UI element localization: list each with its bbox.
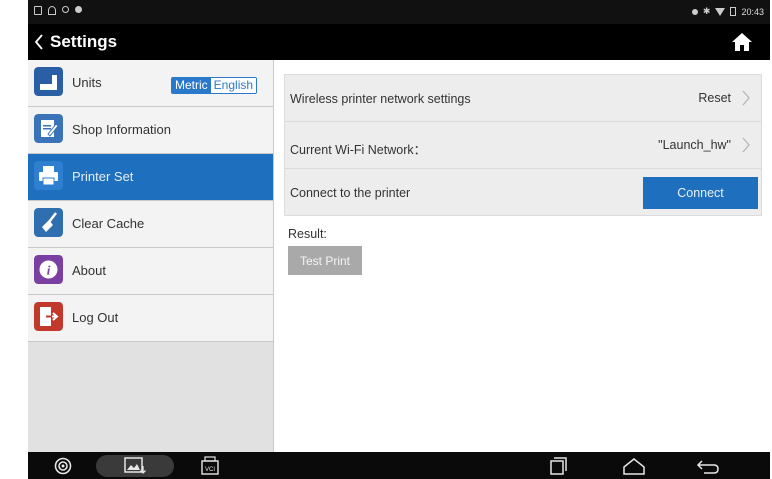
home-nav-button[interactable] <box>620 455 648 477</box>
location-icon <box>75 6 82 13</box>
settings-notify-icon <box>62 6 69 13</box>
metric-option[interactable]: Metric <box>172 78 211 93</box>
status-time: 20:43 <box>741 6 764 17</box>
wifi-network-value: "Launch_hw" <box>658 138 731 152</box>
sidebar-item-printer-set[interactable]: Printer Set <box>28 154 273 201</box>
sidebar-item-clear-cache[interactable]: Clear Cache <box>28 201 273 248</box>
wifi-icon <box>715 7 726 16</box>
device-screen: ✱ 20:43 Settings Units Metric English Sh… <box>28 0 770 479</box>
back-nav-icon <box>696 460 719 474</box>
svg-text:i: i <box>47 263 51 278</box>
logout-icon <box>34 302 63 331</box>
current-wifi-row[interactable]: Current Wi-Fi Network： "Launch_hw" <box>285 122 761 169</box>
sidebar-item-label: Units <box>72 75 102 90</box>
sidebar-item-log-out[interactable]: Log Out <box>28 295 273 342</box>
english-option[interactable]: English <box>210 78 257 93</box>
launcher-icon <box>54 457 72 475</box>
chevron-right-icon <box>742 137 750 153</box>
printer-icon <box>34 161 63 190</box>
gallery-button[interactable] <box>96 455 174 477</box>
result-label: Result: <box>288 227 327 241</box>
home-icon[interactable] <box>730 30 754 54</box>
connect-printer-row: Connect to the printer Connect <box>285 169 761 216</box>
vci-button[interactable]: VCI <box>198 455 222 477</box>
sidebar-item-label: Clear Cache <box>72 216 145 231</box>
sidebar-item-units[interactable]: Units Metric English <box>28 60 273 107</box>
back-button[interactable]: Settings <box>34 28 117 56</box>
notification-icon <box>34 6 42 15</box>
broom-icon <box>34 208 63 237</box>
vci-icon: VCI <box>201 456 219 475</box>
sidebar-item-label: About <box>72 263 106 278</box>
row-label: Connect to the printer <box>290 186 411 200</box>
row-label: Current Wi-Fi Network： <box>290 143 427 157</box>
test-print-button[interactable]: Test Print <box>288 246 362 275</box>
sidebar: Units Metric English Shop Information Pr… <box>28 60 274 452</box>
shop-info-icon <box>34 114 63 143</box>
connect-button[interactable]: Connect <box>643 177 758 209</box>
wireless-network-settings-row[interactable]: Wireless printer network settings Reset <box>285 75 761 122</box>
chevron-left-icon <box>34 34 43 50</box>
home-nav-icon <box>623 458 645 475</box>
page-title: Settings <box>50 32 118 51</box>
back-nav-button[interactable] <box>694 455 722 477</box>
status-left-icons <box>34 6 82 15</box>
recent-apps-button[interactable] <box>546 455 570 477</box>
chevron-right-icon <box>742 90 750 106</box>
sidebar-item-label: Log Out <box>72 310 119 325</box>
reset-value: Reset <box>698 91 731 105</box>
location-icon <box>691 8 698 15</box>
sidebar-item-label: Shop Information <box>72 122 172 137</box>
sidebar-item-about[interactable]: i About <box>28 248 273 295</box>
status-bar: ✱ 20:43 <box>28 0 770 24</box>
sidebar-item-shop-information[interactable]: Shop Information <box>28 107 273 154</box>
units-toggle: Metric English <box>171 77 258 94</box>
units-icon <box>34 67 63 96</box>
recent-apps-icon <box>550 457 567 475</box>
printer-settings-card: Wireless printer network settings Reset … <box>284 74 762 216</box>
title-bar: Settings <box>28 24 770 60</box>
printer-settings-panel: Wireless printer network settings Reset … <box>274 60 770 452</box>
gallery-icon <box>124 457 146 474</box>
usb-icon <box>48 6 56 15</box>
navigation-bar: VCI <box>28 452 770 479</box>
status-right-icons: ✱ 20:43 <box>691 6 764 17</box>
vci-text: VCI <box>205 467 215 473</box>
battery-icon <box>730 7 737 16</box>
info-icon: i <box>34 255 63 284</box>
content-area: Units Metric English Shop Information Pr… <box>28 60 770 452</box>
bluetooth-icon: ✱ <box>702 6 711 16</box>
row-label: Wireless printer network settings <box>290 92 471 106</box>
launcher-button[interactable] <box>52 455 74 477</box>
sidebar-item-label: Printer Set <box>72 169 134 184</box>
